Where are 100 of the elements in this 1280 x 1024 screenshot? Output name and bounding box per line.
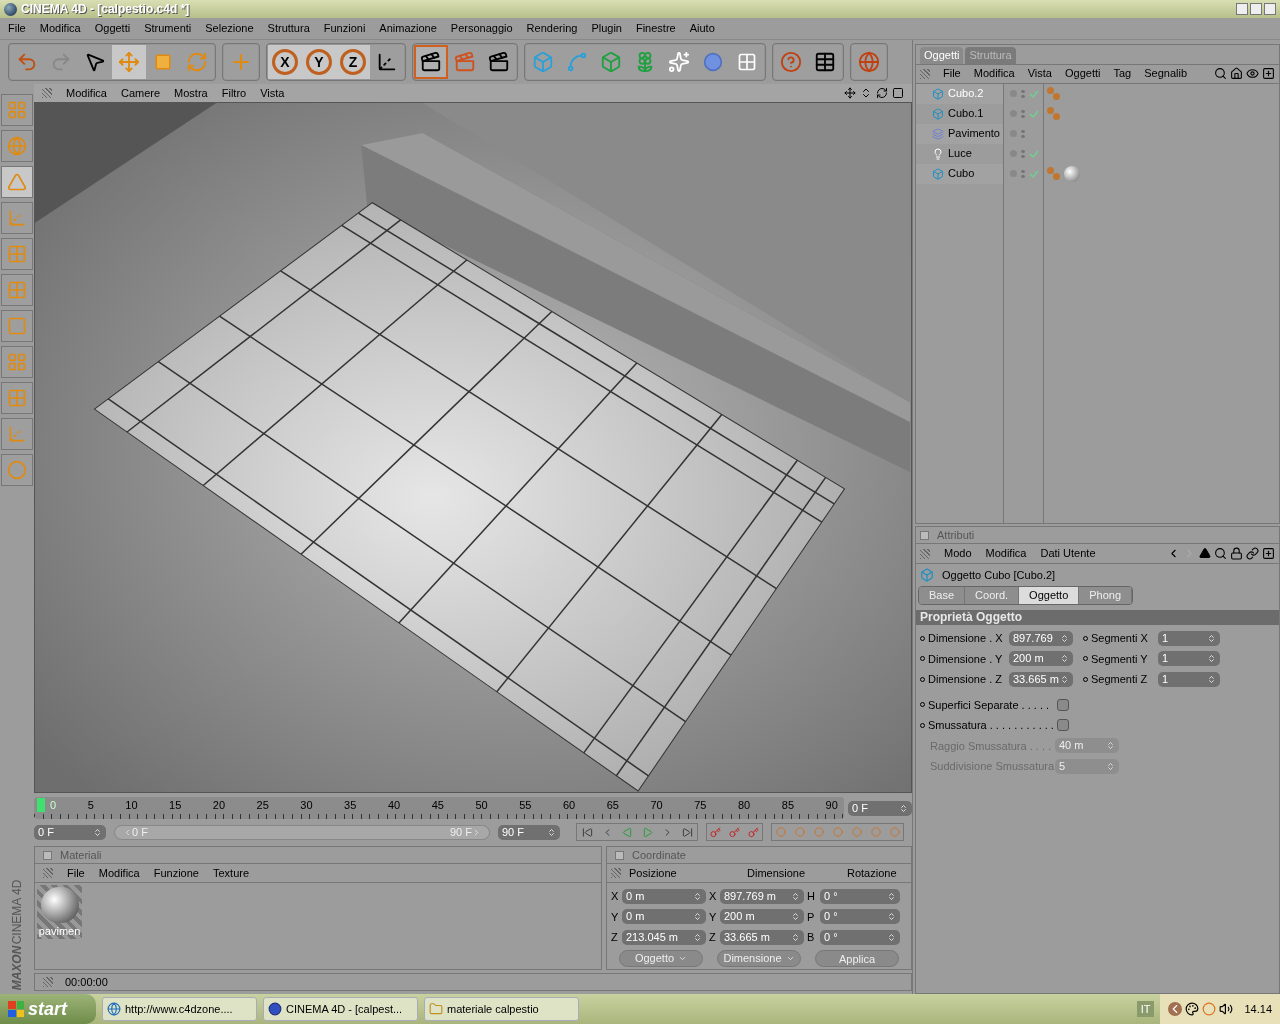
lock-icon[interactable] <box>1230 547 1243 560</box>
menu-item[interactable]: Modifica <box>973 65 1015 82</box>
menu-item[interactable]: Strumenti <box>144 20 192 37</box>
close-button[interactable] <box>1264 3 1276 15</box>
scale-tool-button[interactable] <box>146 45 180 79</box>
menu-item[interactable]: Vista <box>260 84 285 102</box>
restore-button[interactable] <box>1250 3 1262 15</box>
position-field[interactable]: 0 m <box>622 888 706 904</box>
tool-button[interactable] <box>1 310 33 342</box>
axis-lock-button[interactable]: Z <box>336 45 370 79</box>
checkbox[interactable] <box>1057 719 1069 732</box>
link-icon[interactable] <box>1246 547 1259 560</box>
menu-item[interactable]: Filtro <box>221 84 247 102</box>
attribute-tab[interactable]: Oggetto <box>1019 587 1080 604</box>
menu-item[interactable]: Personaggio <box>450 20 513 37</box>
menu-item[interactable]: Modifica <box>66 84 107 102</box>
palette-icon[interactable] <box>1185 1002 1200 1016</box>
menu-item[interactable]: File <box>8 20 26 37</box>
position-field[interactable]: 0 m <box>622 909 706 925</box>
menu-item[interactable]: Oggetti <box>1064 65 1101 82</box>
check-icon[interactable] <box>1029 148 1039 159</box>
panel-toggle[interactable] <box>920 530 929 540</box>
undo-button[interactable] <box>10 45 44 79</box>
zoom-icon[interactable] <box>860 87 872 99</box>
timeline-ruler[interactable]: 0 5 10 15 20 25 30 35 40 45 50 55 60 65 70 75 80 85 90 <box>34 797 844 819</box>
menu-item[interactable]: Tag <box>1113 65 1132 82</box>
segments-field[interactable]: 1 <box>1158 651 1220 667</box>
segments-field[interactable]: 1 <box>1158 630 1220 646</box>
up-icon[interactable] <box>1199 547 1211 559</box>
taskbar-button[interactable]: materiale calpestio <box>424 997 579 1021</box>
rotation-field[interactable]: 0 ° <box>820 888 900 904</box>
render-dots-icon[interactable] <box>1021 108 1025 119</box>
dimension-field[interactable]: 33.665 m <box>720 929 804 945</box>
tool-button[interactable] <box>1 382 33 414</box>
tool-button[interactable] <box>1 346 33 378</box>
axis-lock-button[interactable]: X <box>268 45 302 79</box>
pan-icon[interactable] <box>844 87 856 99</box>
object-row[interactable]: Pavimento <box>916 123 1003 144</box>
end-frame-field[interactable]: 90 F <box>498 824 560 840</box>
texture-tag-icon[interactable] <box>1047 86 1061 101</box>
table-help-button[interactable] <box>808 45 842 79</box>
expand-tray-icon[interactable] <box>1168 1002 1183 1016</box>
dimension-field[interactable]: 897.769 <box>1009 630 1073 646</box>
search-icon[interactable] <box>1214 67 1227 80</box>
axis-lock-button[interactable]: Y <box>302 45 336 79</box>
tool-button[interactable] <box>1 454 33 486</box>
texture-tag-icon[interactable] <box>1047 166 1061 181</box>
render-dots-icon[interactable] <box>1021 88 1025 99</box>
menu-item[interactable]: Plugin <box>591 20 622 37</box>
object-row[interactable]: Cubo <box>916 163 1003 184</box>
menu-item[interactable]: Funzioni <box>323 20 366 37</box>
menu-item[interactable]: File <box>67 864 85 882</box>
checkbox[interactable] <box>1057 698 1069 711</box>
select-tool-button[interactable] <box>78 45 112 79</box>
menu-item[interactable]: Modifica <box>98 864 140 882</box>
menu-item[interactable]: Funzione <box>153 864 199 882</box>
start-frame-field[interactable]: 0 F <box>34 824 106 840</box>
render-view-button[interactable] <box>414 45 448 79</box>
menu-item[interactable]: Aiuto <box>689 20 715 37</box>
maximize-icon[interactable] <box>892 87 904 99</box>
tool-button[interactable] <box>1 274 33 306</box>
taskbar-button[interactable]: CINEMA 4D - [calpest... <box>263 997 418 1021</box>
tool-button[interactable] <box>1 130 33 162</box>
tool-button[interactable] <box>1 238 33 270</box>
check-icon[interactable] <box>1029 108 1039 119</box>
menu-item[interactable]: Vista <box>1027 65 1052 82</box>
menu-item[interactable]: Camere <box>120 84 161 102</box>
cube-object-button[interactable] <box>526 45 560 79</box>
menu-item[interactable]: Struttura <box>267 20 310 37</box>
dimension-field[interactable]: 897.769 m <box>720 888 804 904</box>
render-picture-viewer-button[interactable] <box>482 45 516 79</box>
texture-tag-icon[interactable] <box>1047 106 1061 121</box>
current-frame-field[interactable]: 0 F <box>848 800 912 816</box>
new-window-icon[interactable] <box>1262 67 1275 80</box>
menu-item[interactable]: Selezione <box>205 20 254 37</box>
menu-item[interactable]: Oggetti <box>94 20 131 37</box>
tool-button[interactable] <box>1 166 33 198</box>
dimension-field[interactable]: 33.665 m <box>1009 671 1073 687</box>
menu-item[interactable]: Modifica <box>985 545 1027 562</box>
menu-item[interactable]: Dati Utente <box>1040 545 1096 562</box>
menu-item[interactable]: File <box>943 65 961 82</box>
menu-item[interactable]: Texture <box>212 864 250 882</box>
orbit-icon[interactable] <box>876 87 888 99</box>
position-field[interactable]: 213.045 m <box>622 929 706 945</box>
rotation-field[interactable]: 0 ° <box>820 909 900 925</box>
dimension-field[interactable]: 200 m <box>720 909 804 925</box>
search-icon[interactable] <box>1214 547 1227 560</box>
render-dots-icon[interactable] <box>1021 128 1025 139</box>
menu-item[interactable]: Segnalib <box>1144 65 1187 82</box>
minimize-button[interactable] <box>1236 3 1248 15</box>
menu-item[interactable]: Finestre <box>635 20 676 37</box>
coordinate-system-button[interactable] <box>370 45 404 79</box>
menu-item[interactable]: Modifica <box>39 20 81 37</box>
taskbar-button[interactable]: http://www.c4dzone.... <box>102 997 257 1021</box>
particles-button[interactable] <box>730 45 764 79</box>
check-icon[interactable] <box>1029 168 1039 179</box>
check-icon[interactable] <box>1029 88 1039 99</box>
rotate-tool-button[interactable] <box>180 45 214 79</box>
tool-button[interactable] <box>1 202 33 234</box>
current-frame-marker[interactable] <box>37 798 45 812</box>
